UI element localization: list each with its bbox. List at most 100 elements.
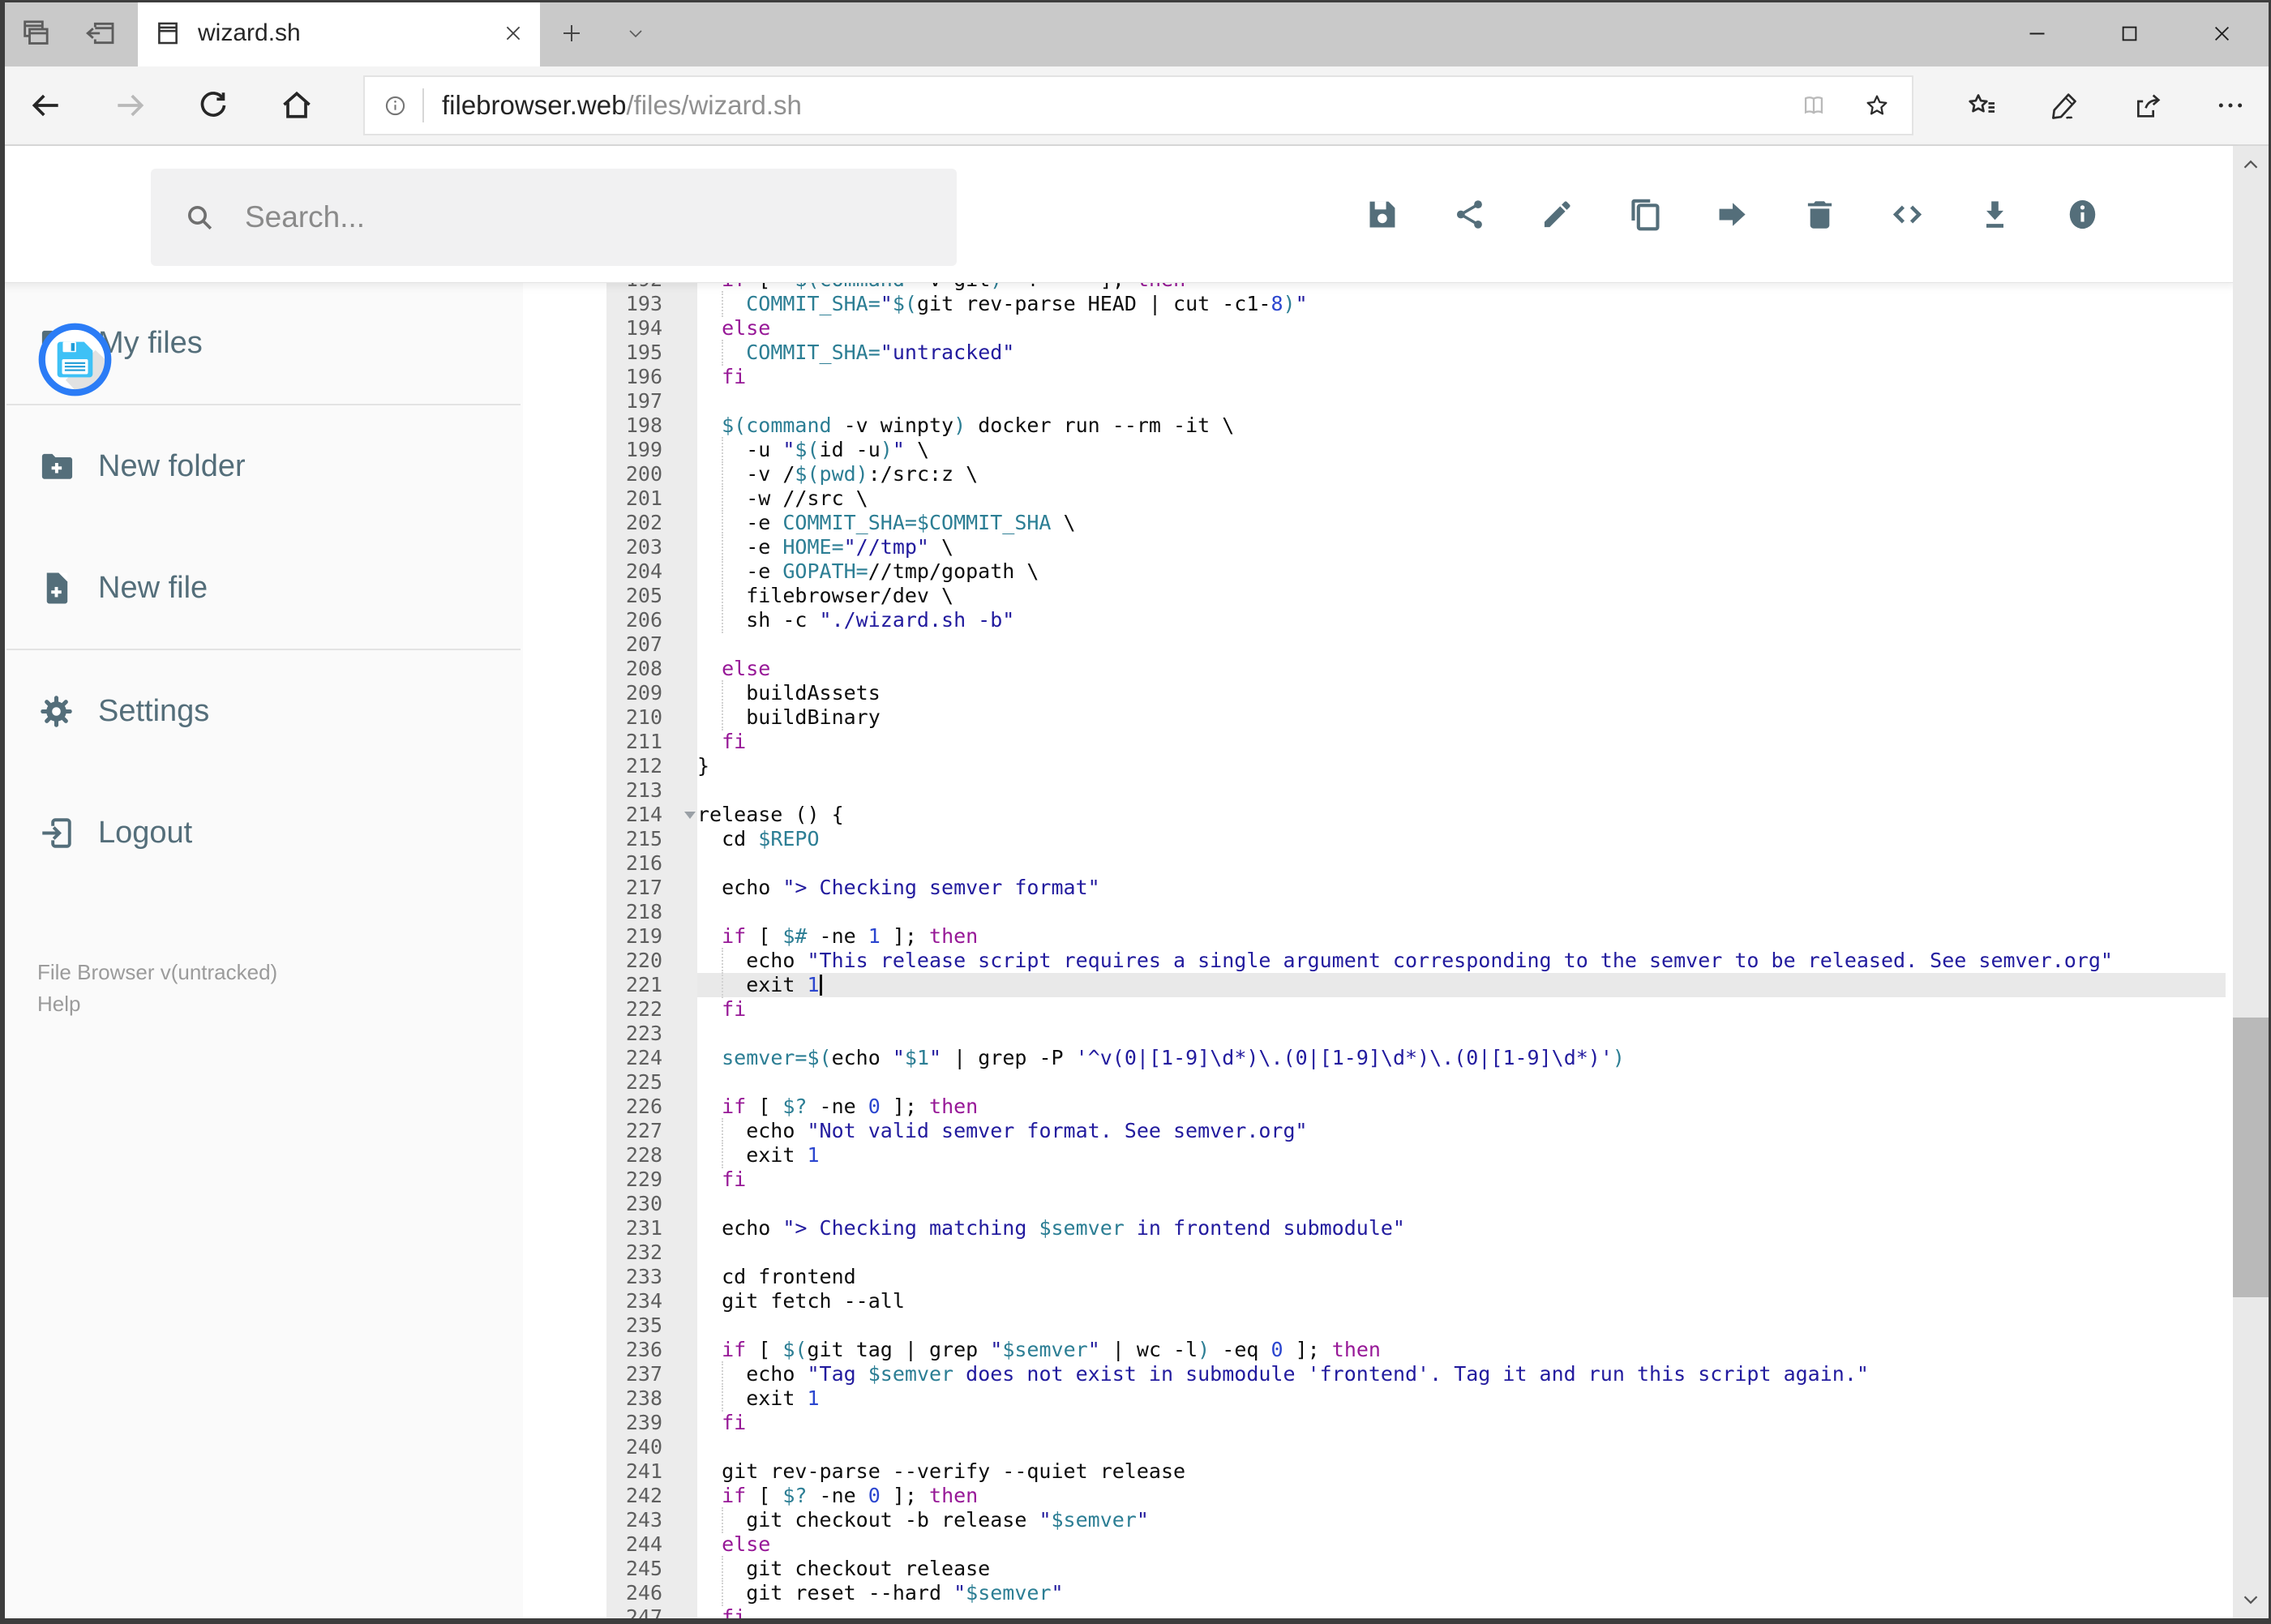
editor-line[interactable]: 207 bbox=[606, 632, 2226, 657]
editor-line[interactable]: 205 filebrowser/dev \ bbox=[606, 583, 2226, 609]
rename-button[interactable] bbox=[1539, 196, 1575, 233]
editor-line[interactable]: 237 echo "Tag $semver does not exist in … bbox=[606, 1361, 2226, 1387]
editor-line[interactable]: 211 fi bbox=[606, 730, 2226, 754]
sidebar-item-new-folder[interactable]: New folder bbox=[0, 405, 523, 527]
editor-line[interactable]: 221 exit 1 bbox=[606, 972, 2226, 998]
editor-line[interactable]: 214 release () { bbox=[606, 803, 2226, 827]
editor-line[interactable]: 231 echo "> Checking matching $semver in… bbox=[606, 1216, 2226, 1240]
editor-line[interactable]: 224 semver=$(echo "$1" | grep -P '^v(0|[… bbox=[606, 1046, 2226, 1070]
editor-line[interactable]: 194 else bbox=[606, 316, 2226, 341]
editor-line[interactable]: 238 exit 1 bbox=[606, 1386, 2226, 1412]
editor-line[interactable]: 245 git checkout release bbox=[606, 1556, 2226, 1582]
editor-line[interactable]: 227 echo "Not valid semver format. See s… bbox=[606, 1118, 2226, 1144]
scroll-down-icon[interactable] bbox=[2233, 1588, 2269, 1612]
editor-line[interactable]: 243 git checkout -b release "$semver" bbox=[606, 1507, 2226, 1533]
share-nodes-button[interactable] bbox=[1451, 196, 1488, 233]
editor-line[interactable]: 195 COMMIT_SHA="untracked" bbox=[606, 340, 2226, 366]
editor-line[interactable]: 225 bbox=[606, 1070, 2226, 1095]
tab-list-chevron-button[interactable] bbox=[626, 24, 645, 43]
home-button[interactable] bbox=[279, 88, 315, 123]
fold-arrow-icon[interactable] bbox=[682, 803, 697, 827]
editor-line[interactable]: 210 buildBinary bbox=[606, 705, 2226, 731]
editor-line[interactable]: 212} bbox=[606, 754, 2226, 778]
web-note-pen-button[interactable] bbox=[2049, 89, 2081, 122]
editor-line[interactable]: 216 bbox=[606, 851, 2226, 876]
editor-line[interactable]: 220 echo "This release script requires a… bbox=[606, 948, 2226, 974]
editor-line[interactable]: 200 -v /$(pwd):/src:z \ bbox=[606, 461, 2226, 487]
editor-line[interactable]: 217 echo "> Checking semver format" bbox=[606, 876, 2226, 900]
sidebar-item-new-file[interactable]: New file bbox=[0, 527, 523, 649]
scrollbar-thumb[interactable] bbox=[2233, 1018, 2269, 1297]
editor-line[interactable]: 230 bbox=[606, 1192, 2226, 1216]
editor-line[interactable]: 218 bbox=[606, 900, 2226, 924]
maximize-button[interactable] bbox=[2119, 23, 2140, 45]
editor-line[interactable]: 223 bbox=[606, 1022, 2226, 1046]
editor-line[interactable]: 239 fi bbox=[606, 1411, 2226, 1435]
editor-line[interactable]: 232 bbox=[606, 1240, 2226, 1265]
search-box[interactable] bbox=[151, 169, 957, 266]
editor-line[interactable]: 213 bbox=[606, 778, 2226, 803]
editor-line[interactable]: 208 else bbox=[606, 657, 2226, 681]
editor-line[interactable]: 226 if [ $? -ne 0 ]; then bbox=[606, 1095, 2226, 1119]
scroll-up-icon[interactable] bbox=[2233, 152, 2269, 177]
editor-line[interactable]: 247 fi bbox=[606, 1605, 2226, 1618]
close-window-button[interactable] bbox=[2211, 23, 2233, 45]
sidebar-item-settings[interactable]: Settings bbox=[0, 650, 523, 772]
editor-line[interactable]: 241 git rev-parse --verify --quiet relea… bbox=[606, 1459, 2226, 1484]
back-button[interactable] bbox=[28, 88, 64, 123]
copy-button[interactable] bbox=[1626, 196, 1663, 233]
editor-line[interactable]: 199 -u "$(id -u)" \ bbox=[606, 437, 2226, 463]
editor-line[interactable]: 236 if [ $(git tag | grep "$semver" | wc… bbox=[606, 1338, 2226, 1362]
help-link[interactable]: Help bbox=[37, 988, 523, 1020]
editor-line[interactable]: 197 bbox=[606, 389, 2226, 413]
address-bar[interactable]: filebrowser.web/files/wizard.sh bbox=[363, 75, 1913, 135]
editor-line[interactable]: 192 if [ "$(command -v git)" != "" ]; th… bbox=[606, 282, 2226, 292]
tabs-aside-button[interactable] bbox=[84, 17, 117, 49]
site-info-icon[interactable] bbox=[383, 93, 408, 118]
editor-line[interactable]: 193 COMMIT_SHA="$(git rev-parse HEAD | c… bbox=[606, 291, 2226, 317]
editor-line[interactable]: 222 fi bbox=[606, 997, 2226, 1022]
page-scrollbar[interactable] bbox=[2233, 146, 2269, 1618]
editor-line[interactable]: 229 fi bbox=[606, 1168, 2226, 1192]
refresh-button[interactable] bbox=[195, 88, 231, 123]
editor-line[interactable]: 235 bbox=[606, 1313, 2226, 1338]
delete-button[interactable] bbox=[1802, 196, 1838, 233]
code-editor[interactable]: 192 if [ "$(command -v git)" != "" ]; th… bbox=[606, 282, 2226, 1618]
editor-line[interactable]: 219 if [ $# -ne 1 ]; then bbox=[606, 924, 2226, 949]
editor-line[interactable]: 233 cd frontend bbox=[606, 1265, 2226, 1289]
favorite-star-button[interactable] bbox=[1863, 92, 1891, 119]
home-icon bbox=[279, 88, 315, 123]
editor-line[interactable]: 198 $(command -v winpty) docker run --rm… bbox=[606, 413, 2226, 438]
editor-line[interactable]: 234 git fetch --all bbox=[606, 1289, 2226, 1313]
move-button[interactable] bbox=[1714, 196, 1750, 233]
tab-close-icon[interactable] bbox=[503, 23, 524, 44]
save-button[interactable] bbox=[1364, 196, 1400, 233]
editor-line[interactable]: 196 fi bbox=[606, 365, 2226, 389]
tab-preview-button[interactable] bbox=[19, 17, 52, 49]
editor-line[interactable]: 228 exit 1 bbox=[606, 1142, 2226, 1168]
share-button[interactable] bbox=[2132, 89, 2164, 122]
filebrowser-logo[interactable] bbox=[36, 320, 114, 399]
editor-line[interactable]: 209 buildAssets bbox=[606, 680, 2226, 706]
editor-line[interactable]: 201 -w //src \ bbox=[606, 486, 2226, 512]
download-button[interactable] bbox=[1977, 196, 2013, 233]
more-dots-button[interactable] bbox=[2214, 89, 2247, 122]
browser-tab[interactable]: wizard.sh bbox=[138, 0, 540, 66]
editor-line[interactable]: 240 bbox=[606, 1435, 2226, 1459]
editor-line[interactable]: 244 else bbox=[606, 1532, 2226, 1557]
editor-line[interactable]: 206 sh -c "./wizard.sh -b" bbox=[606, 607, 2226, 633]
editor-line[interactable]: 246 git reset --hard "$semver" bbox=[606, 1580, 2226, 1606]
search-input[interactable] bbox=[243, 199, 895, 235]
info-filled-button[interactable] bbox=[2064, 196, 2101, 233]
code-view-button[interactable] bbox=[1889, 196, 1926, 233]
editor-line[interactable]: 215 cd $REPO bbox=[606, 827, 2226, 851]
new-tab-button[interactable] bbox=[559, 21, 584, 45]
editor-line[interactable]: 202 -e COMMIT_SHA=$COMMIT_SHA \ bbox=[606, 510, 2226, 536]
minimize-button[interactable] bbox=[2026, 23, 2048, 45]
hub-button[interactable] bbox=[1966, 89, 1999, 122]
editor-line[interactable]: 204 -e GOPATH=//tmp/gopath \ bbox=[606, 559, 2226, 585]
editor-line[interactable]: 203 -e HOME="//tmp" \ bbox=[606, 534, 2226, 560]
editor-line[interactable]: 242 if [ $? -ne 0 ]; then bbox=[606, 1484, 2226, 1508]
url-text[interactable]: filebrowser.web/files/wizard.sh bbox=[442, 90, 802, 121]
sidebar-item-logout[interactable]: Logout bbox=[0, 772, 523, 893]
